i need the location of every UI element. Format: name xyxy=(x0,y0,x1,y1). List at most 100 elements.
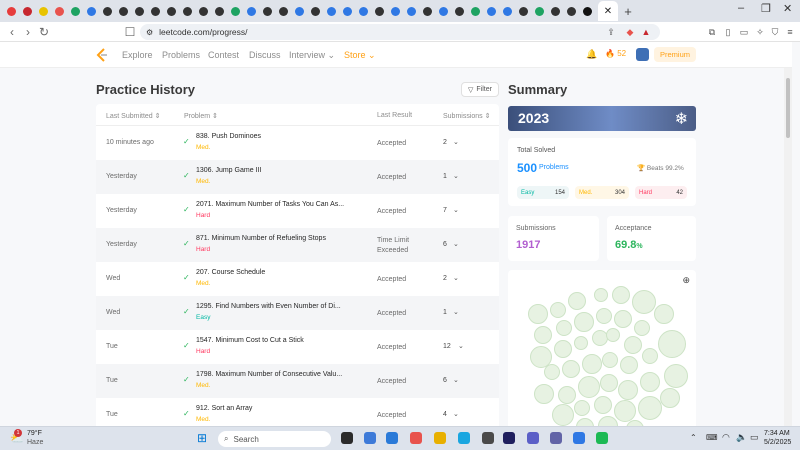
zoom-in-icon[interactable]: ⊕ xyxy=(682,275,690,286)
nav-explore[interactable]: Explore xyxy=(122,50,153,60)
table-row[interactable]: Yesterday ✓ 2071. Maximum Number of Tasks … xyxy=(96,194,499,228)
taskbar-app-icon[interactable] xyxy=(550,432,562,444)
browser-tab[interactable] xyxy=(4,4,19,19)
browser-tab[interactable] xyxy=(516,4,531,19)
table-row[interactable]: Tue ✓ 912. Sort an Array Med. Accepted 4 ⌄ xyxy=(96,398,499,426)
skill-bubble[interactable] xyxy=(596,308,612,324)
taskbar-app-icon[interactable] xyxy=(364,432,376,444)
taskbar-app-icon[interactable] xyxy=(573,432,585,444)
skill-bubble[interactable] xyxy=(574,336,588,350)
skill-bubble[interactable] xyxy=(620,356,638,374)
skill-bubble[interactable] xyxy=(556,320,572,336)
hard-count-pill[interactable]: Hard 42 xyxy=(635,186,687,199)
taskbar-app-icon[interactable] xyxy=(410,432,422,444)
nav-problems[interactable]: Problems xyxy=(162,50,200,60)
brave-rewards-icon[interactable]: ▲ xyxy=(640,26,652,38)
skill-bubble[interactable] xyxy=(612,286,630,304)
new-tab-button[interactable]: + xyxy=(620,4,636,19)
skill-bubble[interactable] xyxy=(642,348,658,364)
problem-title[interactable]: 871. Minimum Number of Refueling Stops xyxy=(196,235,326,242)
skill-bubble[interactable] xyxy=(638,396,662,420)
skill-bubble[interactable] xyxy=(634,320,650,336)
taskbar-app-icon[interactable] xyxy=(527,432,539,444)
close-window-button[interactable]: ✕ xyxy=(783,2,792,15)
back-icon[interactable]: ‹ xyxy=(4,25,20,39)
avatar[interactable] xyxy=(636,48,649,61)
table-row[interactable]: 10 minutes ago ✓ 838. Push Dominoes Med. Acc… xyxy=(96,126,499,160)
browser-tab[interactable] xyxy=(532,4,547,19)
table-row[interactable]: Tue ✓ 1547. Minimum Cost to Cut a Stick Har… xyxy=(96,330,499,364)
share-icon[interactable]: ⇪ xyxy=(605,26,617,38)
skill-bubble[interactable] xyxy=(558,386,576,404)
close-icon[interactable]: ✕ xyxy=(604,6,612,17)
site-info-icon[interactable]: ⚙ xyxy=(146,28,153,37)
browser-tab[interactable] xyxy=(244,4,259,19)
browser-tab[interactable] xyxy=(340,4,355,19)
skill-bubble[interactable] xyxy=(562,360,580,378)
chevron-down-icon[interactable]: ⌄ xyxy=(458,342,464,350)
browser-tab[interactable] xyxy=(356,4,371,19)
taskbar-app-icon[interactable] xyxy=(341,432,353,444)
problem-title[interactable]: 1547. Minimum Cost to Cut a Stick xyxy=(196,337,304,344)
browser-tab[interactable] xyxy=(52,4,67,19)
browser-tab[interactable] xyxy=(100,4,115,19)
skill-bubble[interactable] xyxy=(554,340,572,358)
skill-bubble[interactable] xyxy=(576,418,594,426)
language-icon[interactable]: ⌨ xyxy=(706,433,718,442)
browser-tab[interactable] xyxy=(548,4,563,19)
skill-bubble[interactable] xyxy=(574,312,594,332)
nav-interview[interactable]: Interview ⌄ xyxy=(289,50,335,61)
browser-tab[interactable] xyxy=(276,4,291,19)
easy-count-pill[interactable]: Easy 154 xyxy=(517,186,569,199)
chevron-down-icon[interactable]: ⌄ xyxy=(453,376,459,384)
chevron-down-icon[interactable]: ⌄ xyxy=(453,410,459,418)
browser-tab[interactable] xyxy=(148,4,163,19)
premium-button[interactable]: Premium xyxy=(654,47,697,62)
nav-contest[interactable]: Contest xyxy=(208,50,239,60)
problem-title[interactable]: 1306. Jump Game III xyxy=(196,167,261,174)
col-problem[interactable]: Problem ⇕ xyxy=(184,112,218,120)
browser-tab[interactable] xyxy=(180,4,195,19)
skill-bubble[interactable] xyxy=(568,292,586,310)
brave-shield-icon[interactable]: ◆ xyxy=(624,26,636,38)
skill-bubble[interactable] xyxy=(594,396,612,414)
wifi-icon[interactable]: ◠ xyxy=(722,432,730,443)
skill-bubble[interactable] xyxy=(654,304,674,324)
browser-tab[interactable] xyxy=(420,4,435,19)
skill-bubble[interactable] xyxy=(574,400,590,416)
col-submissions[interactable]: Submissions ⇕ xyxy=(443,112,491,120)
wallet-icon[interactable]: ▭ xyxy=(738,26,750,38)
browser-tab[interactable] xyxy=(372,4,387,19)
browser-tab[interactable] xyxy=(228,4,243,19)
volume-icon[interactable]: 🔈 xyxy=(736,432,747,443)
battery-icon[interactable]: ▭ xyxy=(750,432,759,443)
browser-tab[interactable] xyxy=(116,4,131,19)
taskbar-search[interactable]: ⌕ Search xyxy=(218,431,331,447)
browser-tab[interactable] xyxy=(260,4,275,19)
med-count-pill[interactable]: Med. 304 xyxy=(575,186,629,199)
browser-tab[interactable] xyxy=(388,4,403,19)
browser-tab[interactable] xyxy=(500,4,515,19)
year-banner[interactable]: 2023 ❄ xyxy=(508,106,696,131)
show-hidden-icons-icon[interactable]: ⌃ xyxy=(690,433,697,442)
minimize-button[interactable]: – xyxy=(738,2,744,14)
chevron-down-icon[interactable]: ⌄ xyxy=(453,274,459,282)
skill-bubble[interactable] xyxy=(544,364,560,380)
sidebar-icon[interactable]: ▯ xyxy=(722,26,734,38)
table-row[interactable]: Tue ✓ 1798. Maximum Number of Consecutive … xyxy=(96,364,499,398)
browser-tab[interactable] xyxy=(308,4,323,19)
nav-store[interactable]: Store ⌄ xyxy=(344,50,376,61)
problem-title[interactable]: 838. Push Dominoes xyxy=(196,133,261,140)
table-row[interactable]: Wed ✓ 1295. Find Numbers with Even Number … xyxy=(96,296,499,330)
browser-tab[interactable] xyxy=(20,4,35,19)
problem-title[interactable]: 1798. Maximum Number of Consecutive Valu… xyxy=(196,371,342,378)
extensions-icon[interactable]: ⧉ xyxy=(706,26,718,38)
skill-bubble[interactable] xyxy=(606,328,620,342)
problem-title[interactable]: 207. Course Schedule xyxy=(196,269,265,276)
browser-tab[interactable] xyxy=(324,4,339,19)
page-scrollbar[interactable] xyxy=(784,68,792,426)
taskbar-app-icon[interactable] xyxy=(434,432,446,444)
clock-date[interactable]: 5/2/2025 xyxy=(764,439,791,446)
taskbar-app-icon[interactable] xyxy=(596,432,608,444)
skill-bubble[interactable] xyxy=(632,290,656,314)
